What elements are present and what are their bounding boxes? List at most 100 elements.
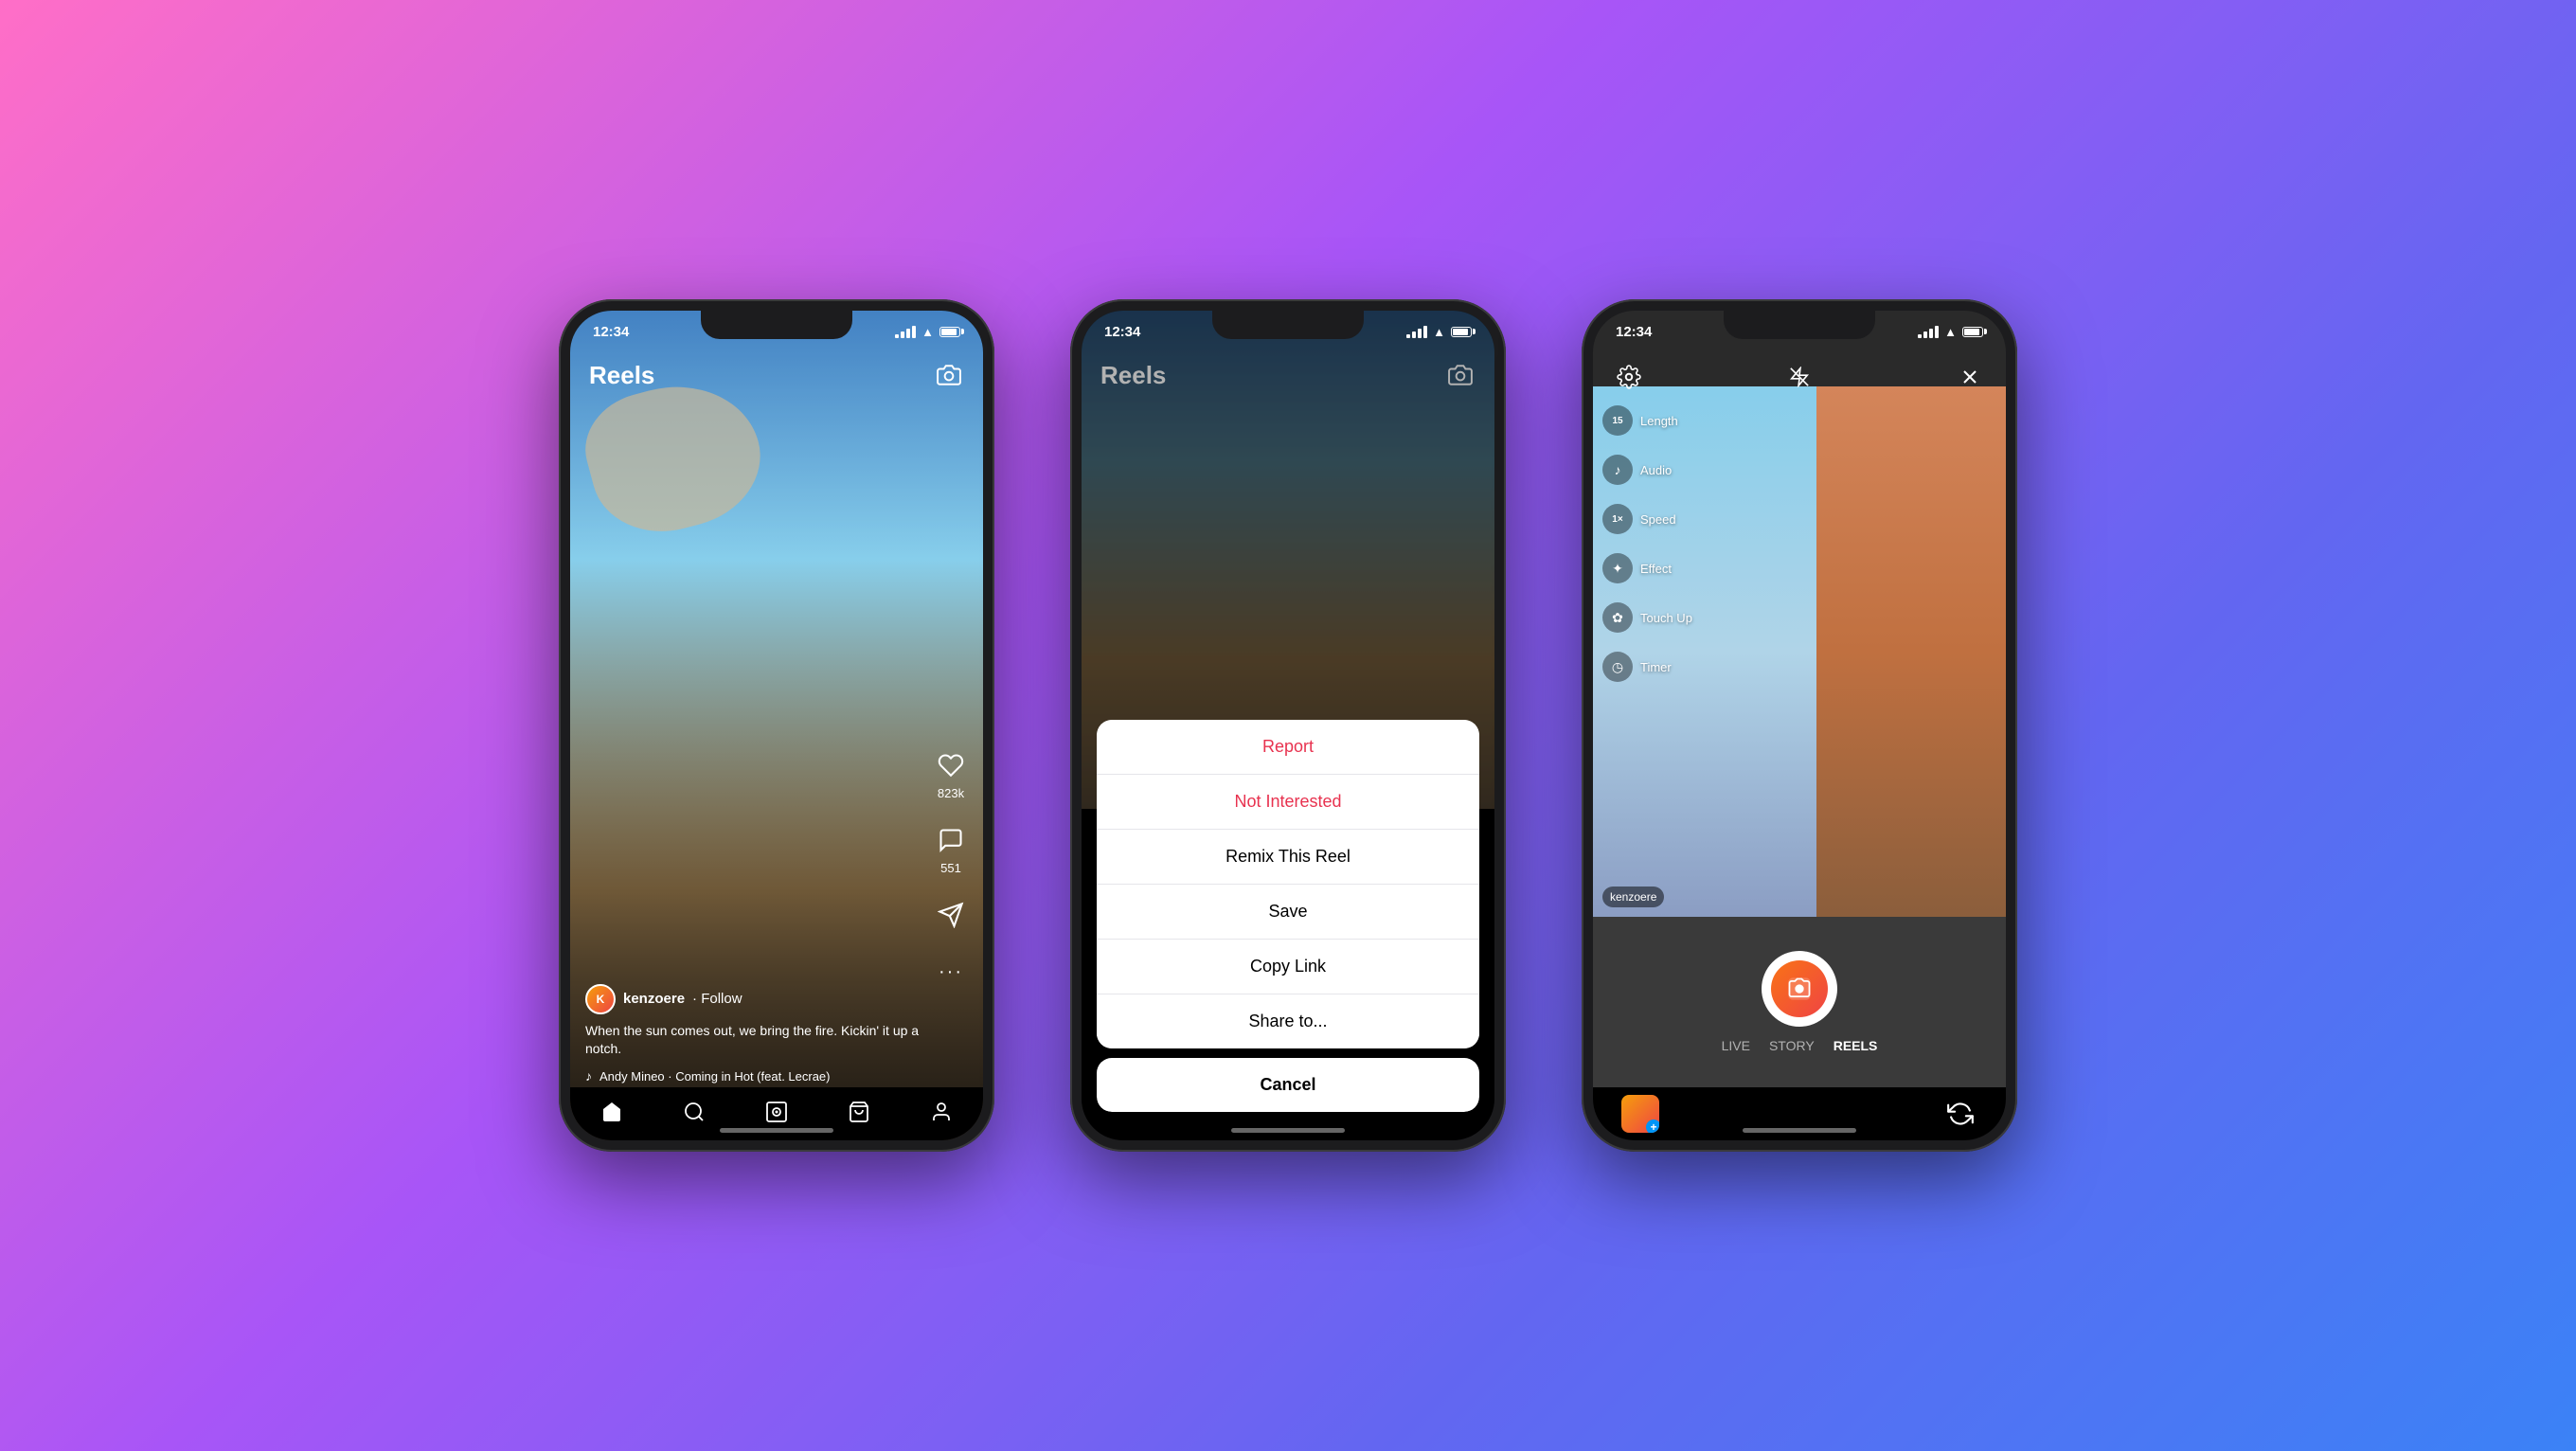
- audio-label: Audio: [1640, 463, 1672, 477]
- speed-icon: 1×: [1602, 504, 1633, 534]
- share-button-1[interactable]: [934, 898, 968, 932]
- ellipsis-icon-1: ···: [934, 955, 968, 989]
- music-icon-1: ♪: [585, 1068, 592, 1084]
- tool-length[interactable]: 15 Length: [1602, 405, 1692, 436]
- camera-left-panel: 15 Length ♪ Audio 1× Speed: [1593, 386, 1816, 917]
- tool-audio[interactable]: ♪ Audio: [1602, 455, 1692, 485]
- comment-icon-1: [934, 823, 968, 857]
- left-username-badge: kenzoere: [1602, 887, 1664, 907]
- action-report[interactable]: Report: [1097, 720, 1479, 775]
- length-icon: 15: [1602, 405, 1633, 436]
- follow-button-1[interactable]: · Follow: [692, 991, 742, 1007]
- phone-2-screen: 12:34 ▲ Reels: [1082, 311, 1494, 1140]
- mode-reels[interactable]: REELS: [1834, 1038, 1878, 1053]
- camera-controls-area: LIVE STORY REELS: [1593, 917, 2006, 1087]
- action-save[interactable]: Save: [1097, 885, 1479, 940]
- mode-live[interactable]: LIVE: [1722, 1038, 1750, 1053]
- capture-btn-inner: [1771, 960, 1828, 1017]
- caption-1: When the sun comes out, we bring the fir…: [585, 1022, 926, 1059]
- nav-profile-1[interactable]: [921, 1091, 962, 1133]
- speed-label: Speed: [1640, 512, 1676, 527]
- camera-header-3: [1593, 352, 2006, 402]
- nav-home-1[interactable]: [591, 1091, 633, 1133]
- action-remix[interactable]: Remix This Reel: [1097, 830, 1479, 885]
- touchup-label: Touch Up: [1640, 611, 1692, 625]
- flash-button-3[interactable]: [1782, 360, 1816, 394]
- comment-button-1[interactable]: 551: [934, 823, 968, 875]
- notch-2: [1212, 311, 1364, 339]
- flip-camera-button[interactable]: [1943, 1097, 1977, 1131]
- notch-3: [1724, 311, 1875, 339]
- touchup-icon: ✿: [1602, 602, 1633, 633]
- like-button-1[interactable]: 823k: [934, 748, 968, 800]
- comment-count-1: 551: [940, 861, 961, 875]
- battery-icon-3: [1962, 327, 1983, 337]
- action-not-interested[interactable]: Not Interested: [1097, 775, 1479, 830]
- tool-effect[interactable]: ✦ Effect: [1602, 553, 1692, 583]
- heart-icon-1: [934, 748, 968, 782]
- audio-icon: ♪: [1602, 455, 1633, 485]
- settings-button-3[interactable]: [1612, 360, 1646, 394]
- status-icons-2: ▲: [1406, 325, 1472, 339]
- signal-icon-1: [895, 326, 916, 338]
- phone-2: 12:34 ▲ Reels: [1070, 299, 1506, 1152]
- camera-tools: 15 Length ♪ Audio 1× Speed: [1602, 405, 1692, 682]
- timer-icon: ◷: [1602, 652, 1633, 682]
- effect-icon: ✦: [1602, 553, 1633, 583]
- signal-icon-2: [1406, 326, 1427, 338]
- audio-label-1: Andy Mineo · Coming in Hot (feat. Lecrae…: [599, 1069, 831, 1084]
- avatar-1: K: [585, 984, 616, 1014]
- status-time-1: 12:34: [593, 324, 629, 340]
- spacer: [1784, 1097, 1818, 1131]
- action-cancel[interactable]: Cancel: [1097, 1058, 1479, 1112]
- camera-right-panel: [1816, 386, 2006, 917]
- like-count-1: 823k: [938, 786, 964, 800]
- audio-row-1: ♪ Andy Mineo · Coming in Hot (feat. Lecr…: [585, 1068, 926, 1084]
- reel-info-1: K kenzoere · Follow When the sun comes o…: [585, 984, 926, 1084]
- close-button-3[interactable]: [1953, 360, 1987, 394]
- effect-label: Effect: [1640, 562, 1672, 576]
- user-row-1: K kenzoere · Follow: [585, 984, 926, 1014]
- battery-icon-2: [1451, 327, 1472, 337]
- home-indicator-1: [720, 1128, 833, 1133]
- phone-1-screen: 12:34 ▲ Reels: [570, 311, 983, 1140]
- status-time-3: 12:34: [1616, 324, 1652, 340]
- action-sheet-main: Report Not Interested Remix This Reel Sa…: [1097, 720, 1479, 1048]
- length-label: Length: [1640, 414, 1678, 428]
- signal-icon-3: [1918, 326, 1939, 338]
- username-1[interactable]: kenzoere: [623, 991, 685, 1007]
- status-icons-1: ▲: [895, 325, 960, 339]
- timer-label: Timer: [1640, 660, 1672, 674]
- thumbnail-button[interactable]: [1621, 1095, 1659, 1133]
- wifi-icon-3: ▲: [1944, 325, 1957, 339]
- capture-button[interactable]: [1762, 951, 1837, 1027]
- phone-3-screen: 12:34 ▲: [1593, 311, 2006, 1140]
- camera-modes: LIVE STORY REELS: [1703, 1038, 1897, 1053]
- reels-title-1: Reels: [589, 361, 654, 390]
- nav-search-1[interactable]: [673, 1091, 715, 1133]
- wifi-icon-2: ▲: [1433, 325, 1445, 339]
- notch-1: [701, 311, 852, 339]
- action-sheet: Report Not Interested Remix This Reel Sa…: [1097, 720, 1479, 1112]
- tool-speed[interactable]: 1× Speed: [1602, 504, 1692, 534]
- phone-1: 12:34 ▲ Reels: [559, 299, 994, 1152]
- home-indicator-3: [1743, 1128, 1856, 1133]
- share-icon-1: [934, 898, 968, 932]
- mode-story[interactable]: STORY: [1769, 1038, 1815, 1053]
- right-actions-1: 823k 551 ···: [934, 748, 968, 989]
- nav-shop-1[interactable]: [838, 1091, 880, 1133]
- nav-reels-1[interactable]: [756, 1091, 797, 1133]
- action-share-to[interactable]: Share to...: [1097, 994, 1479, 1048]
- reels-header-1: Reels: [570, 352, 983, 398]
- home-indicator-2: [1231, 1128, 1345, 1133]
- status-time-2: 12:34: [1104, 324, 1140, 340]
- status-icons-3: ▲: [1918, 325, 1983, 339]
- battery-icon-1: [939, 327, 960, 337]
- phone-3: 12:34 ▲: [1582, 299, 2017, 1152]
- tool-touchup[interactable]: ✿ Touch Up: [1602, 602, 1692, 633]
- camera-button-1[interactable]: [934, 360, 964, 390]
- tool-timer[interactable]: ◷ Timer: [1602, 652, 1692, 682]
- more-button-1[interactable]: ···: [934, 955, 968, 989]
- split-view-3: 15 Length ♪ Audio 1× Speed: [1593, 386, 2006, 917]
- action-copy-link[interactable]: Copy Link: [1097, 940, 1479, 994]
